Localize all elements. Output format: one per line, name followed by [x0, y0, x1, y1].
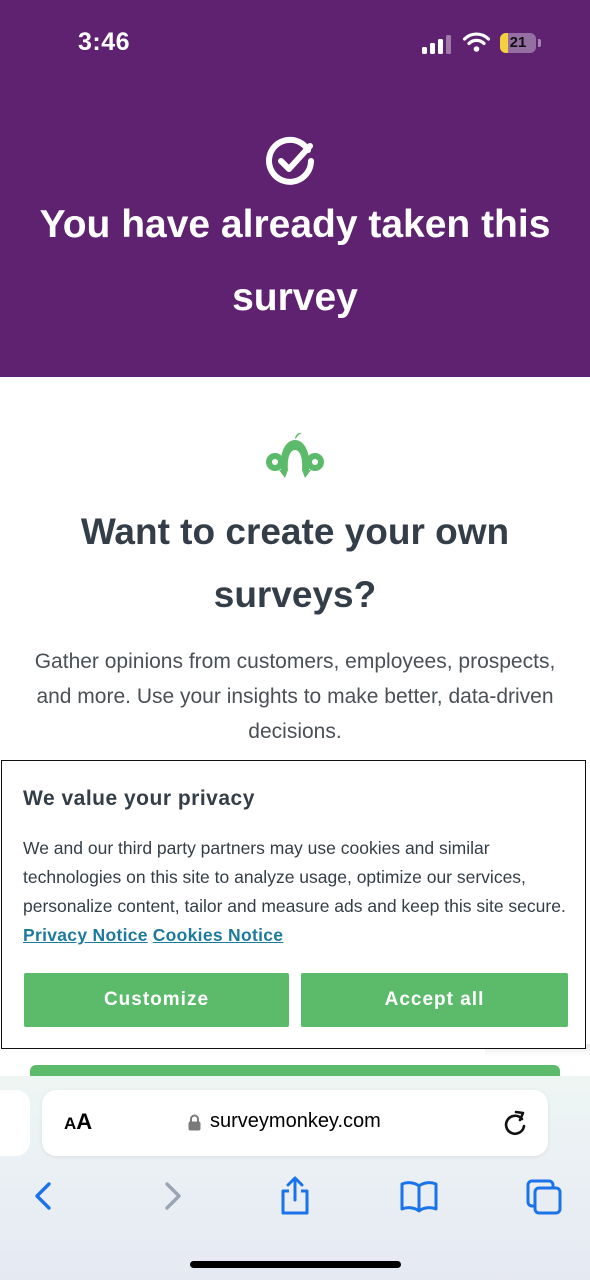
- create-surveys-description: Gather opinions from customers, employee…: [34, 650, 556, 743]
- text-size-button[interactable]: AA: [64, 1109, 92, 1135]
- text-size-large-a: A: [76, 1109, 93, 1134]
- forward-icon[interactable]: [152, 1176, 192, 1216]
- privacy-notice-link[interactable]: Privacy Notice: [23, 925, 148, 945]
- survey-complete-header: 3:46 21 You have already taken this surv…: [0, 0, 590, 377]
- cookie-banner-title: We value your privacy: [23, 787, 255, 810]
- customize-button[interactable]: Customize: [24, 973, 289, 1027]
- cookie-banner-text: We and our third party partners may use …: [23, 834, 568, 950]
- battery-icon: 21: [500, 33, 536, 53]
- text-size-small-a: A: [64, 1114, 77, 1133]
- create-surveys-heading: Want to create your own surveys?: [80, 511, 510, 615]
- check-circle-icon: [266, 136, 314, 185]
- cookies-notice-link[interactable]: Cookies Notice: [153, 925, 284, 945]
- status-time: 3:46: [78, 28, 131, 56]
- share-icon[interactable]: [275, 1176, 315, 1216]
- cellular-signal-icon: [422, 35, 451, 54]
- wifi-icon: [463, 32, 490, 52]
- reload-icon[interactable]: [502, 1109, 528, 1137]
- page-title: You have already taken this survey: [39, 203, 551, 319]
- status-bar: 3:46 21: [0, 0, 590, 90]
- url-text[interactable]: surveymonkey.com: [210, 1110, 381, 1133]
- home-indicator: [190, 1261, 401, 1268]
- surveymonkey-logo-icon: [266, 432, 324, 478]
- bookmarks-icon[interactable]: [399, 1176, 439, 1216]
- cookie-consent-banner: We value your privacy We and our third p…: [1, 760, 586, 1049]
- address-bar[interactable]: AA surveymonkey.com: [42, 1090, 548, 1156]
- battery-level: 21: [509, 34, 527, 51]
- accept-all-button[interactable]: Accept all: [301, 973, 568, 1027]
- battery-terminal: [538, 39, 541, 47]
- lock-icon: [188, 1114, 201, 1131]
- cookie-banner-body: We and our third party partners may use …: [23, 838, 566, 916]
- back-icon[interactable]: [24, 1176, 64, 1216]
- previous-tab-preview[interactable]: [0, 1090, 30, 1156]
- tabs-icon[interactable]: [524, 1176, 564, 1216]
